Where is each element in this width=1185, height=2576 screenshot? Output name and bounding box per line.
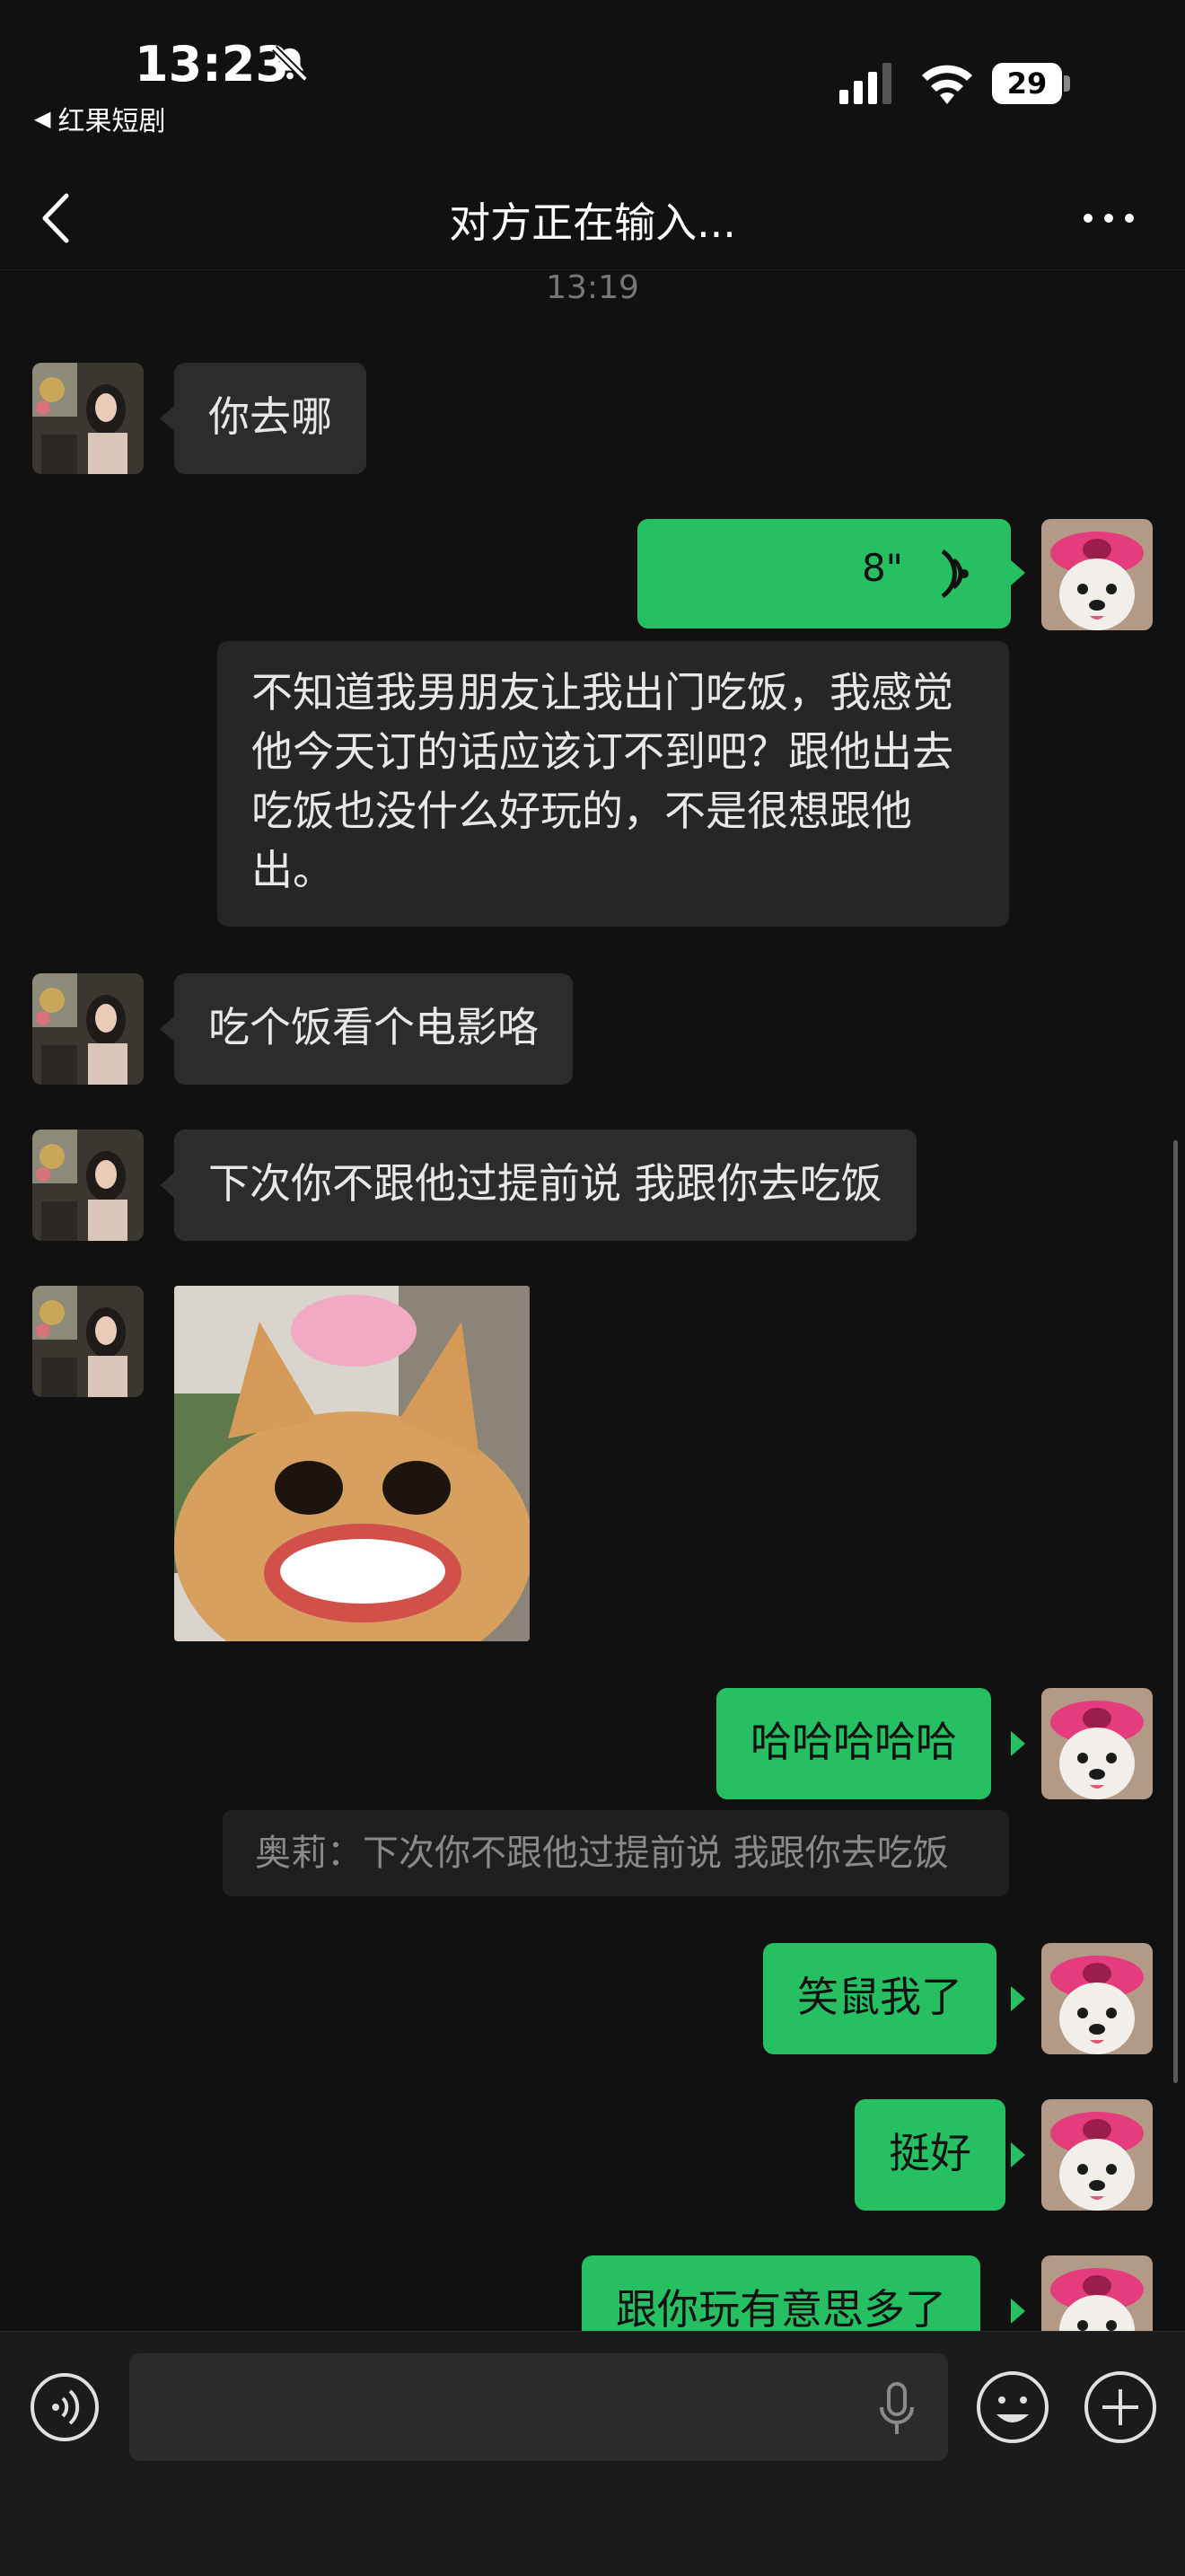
plus-icon[interactable] [1083,2369,1158,2445]
outgoing-message[interactable]: 挺好 [855,2099,1005,2211]
voice-duration: 8" [861,546,903,590]
battery-level: 29 [992,63,1062,104]
chat-header: 对方正在输入... [0,171,1185,270]
message-input-bar [0,2331,1185,2576]
voice-wave-icon [941,549,969,598]
message-text-input[interactable] [129,2353,948,2461]
outgoing-message[interactable]: 哈哈哈哈哈 [716,1688,991,1799]
more-icon[interactable] [1077,196,1140,241]
incoming-message[interactable]: 下次你不跟他过提前说 我跟你去吃饭 [174,1130,917,1241]
my-avatar[interactable] [1041,1688,1153,1799]
mic-icon[interactable] [876,2382,917,2436]
bubble-tail [160,1173,174,1198]
bubble-tail [1011,2299,1025,2324]
quoted-reply[interactable]: 奥莉：下次你不跟他过提前说 我跟你去吃饭 [223,1810,1009,1896]
my-avatar[interactable] [1041,1943,1153,2054]
wifi-icon [922,65,972,104]
voice-transcript: 不知道我男朋友让我出门吃饭，我感觉他今天订的话应该订不到吧？跟他出去吃饭也没什么… [217,641,1009,927]
my-avatar[interactable] [1041,2099,1153,2211]
emoji-icon[interactable] [975,2369,1050,2445]
bubble-tail [1011,560,1025,585]
outgoing-message[interactable]: 笑鼠我了 [763,1943,996,2054]
contact-avatar[interactable] [32,973,144,1085]
battery-tip [1064,75,1070,92]
signal-icon [839,63,891,104]
contact-avatar[interactable] [32,1286,144,1397]
bubble-tail [160,1016,174,1042]
bubble-tail [1011,2142,1025,2167]
status-time: 13:23 [135,36,289,92]
chat-title: 对方正在输入... [449,198,736,247]
bubble-tail [1011,1731,1025,1756]
incoming-message[interactable]: 你去哪 [174,363,366,474]
bubble-tail [160,406,174,431]
my-avatar[interactable] [1041,519,1153,630]
voice-mode-icon[interactable] [29,2371,101,2443]
back-app-label: 红果短剧 [57,106,166,137]
back-triangle-icon: ◀ [34,106,51,131]
mute-bell-icon [272,46,308,82]
bubble-tail [1011,1986,1025,2011]
back-to-app-link[interactable]: ◀ 红果短剧 [34,99,165,138]
contact-avatar[interactable] [32,1130,144,1241]
scrollbar[interactable] [1173,1140,1178,2083]
battery-indicator: 29 [992,63,1071,104]
voice-message[interactable]: 8" [637,519,1011,629]
cat-sticker-image[interactable] [174,1286,530,1641]
message-timestamp: 13:19 [546,269,639,306]
incoming-message[interactable]: 吃个饭看个电影咯 [174,973,573,1085]
contact-avatar[interactable] [32,363,144,474]
